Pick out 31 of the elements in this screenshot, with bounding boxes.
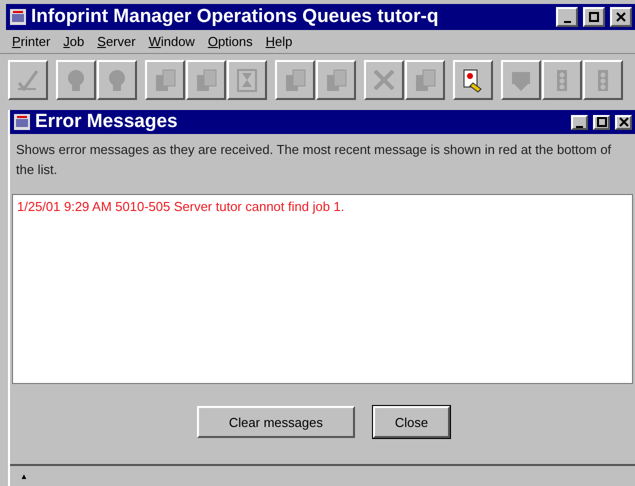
menu-item[interactable]: Help	[266, 34, 292, 49]
app-icon	[13, 113, 31, 131]
minimize-button[interactable]	[556, 7, 578, 27]
app-icon	[9, 8, 27, 26]
cross-icon	[371, 67, 397, 93]
menu-item[interactable]: Window	[148, 34, 195, 49]
minimize-icon	[576, 126, 583, 128]
menu-item[interactable]: Job	[63, 34, 84, 49]
close-icon	[618, 117, 628, 127]
maximize-button[interactable]	[593, 114, 610, 130]
close-button[interactable]	[615, 114, 632, 130]
menu-item[interactable]: Printer	[12, 34, 50, 49]
window-title: Infoprint Manager Operations Queues tutor-q	[31, 6, 440, 28]
maximize-icon	[596, 117, 606, 127]
menu-item[interactable]: Options	[208, 34, 253, 49]
hourglass-icon	[234, 67, 260, 93]
maximize-button[interactable]	[583, 7, 605, 27]
triangle-glyph: ▲	[20, 472, 28, 480]
dialog-title: Error Messages	[35, 111, 179, 133]
check-icon	[15, 67, 41, 93]
close-icon	[616, 12, 626, 22]
error-message: 1/25/01 9:29 AM 5010-505 Server tutor cannot find job 1.	[17, 199, 346, 214]
clear-button[interactable]: Clear messages	[196, 406, 355, 438]
menu-item[interactable]: Server	[97, 34, 136, 49]
close-button[interactable]: Close	[372, 406, 450, 438]
minimize-button[interactable]	[571, 114, 588, 130]
toolbar-button[interactable]	[453, 60, 493, 100]
minimize-icon	[564, 20, 570, 22]
close-button[interactable]	[610, 7, 632, 27]
description: Shows error messages as they are received. The most recent message is shown in red at the bottom of the list.	[15, 141, 612, 179]
maximize-icon	[589, 12, 599, 22]
